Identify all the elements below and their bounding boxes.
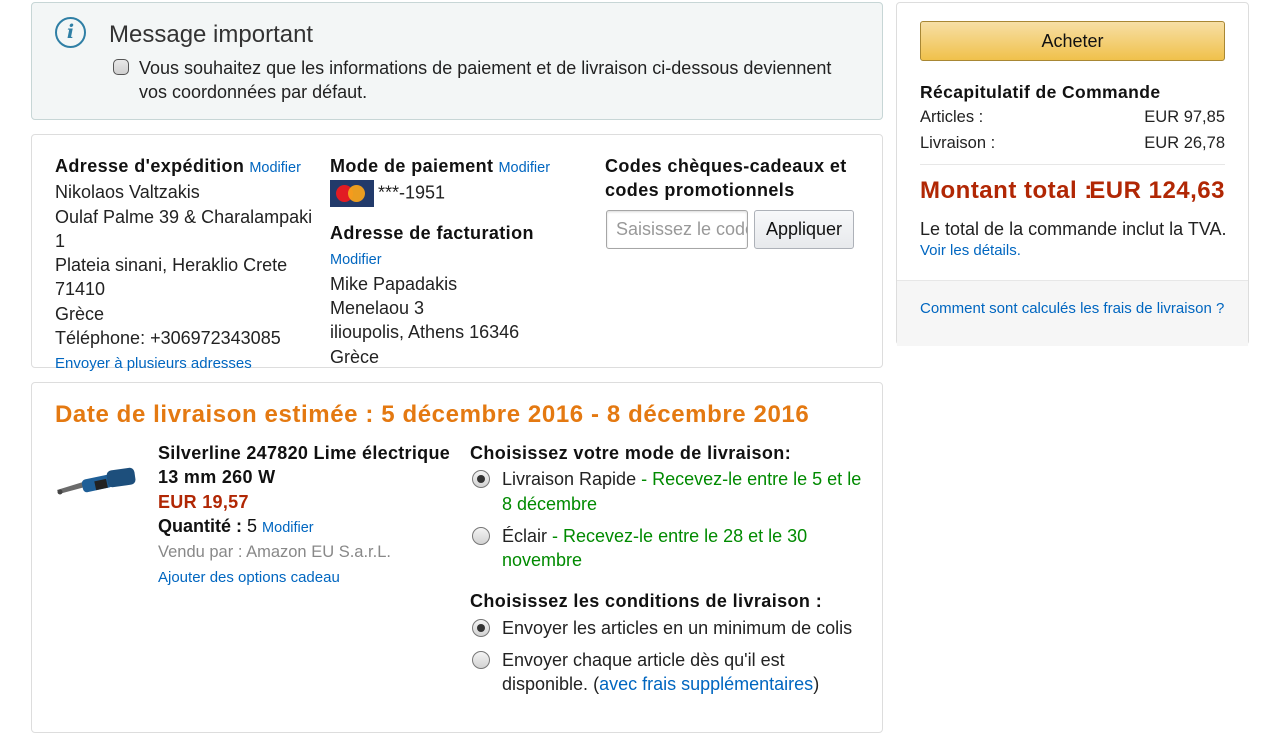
mastercard-icon [330,180,374,208]
modify-billing-link[interactable]: Modifier [330,252,382,268]
articles-value: EUR 97,85 [1144,108,1225,126]
modify-quantity-link[interactable]: Modifier [262,520,314,536]
payment-heading: Mode de paiement [330,156,494,176]
cart-item: Silverline 247820 Lime électrique 13 mm … [158,441,458,591]
condition-each-available[interactable]: Envoyer chaque article dès qu'il est dis… [470,648,870,697]
articles-row: Articles : EUR 97,85 [920,108,1225,127]
shipping-line: Nikolaos Valtzakis [55,182,200,203]
condition-minimum-parcels[interactable]: Envoyer les articles en un minimum de co… [470,616,870,640]
billing-line: Menelaou 3 [330,298,425,319]
order-summary-title: Récapitulatif de Commande [920,82,1161,102]
paren-close: ) [813,674,820,695]
extra-fees-link[interactable]: avec frais supplémentaires [599,674,813,694]
checkout-details-box: Adresse d'expédition Modifier Nikolaos V… [31,134,883,372]
shipping-line: Plateia sinani, Heraklio Crete [55,255,288,276]
promo-codes-heading: Codes chèques-cadeaux et codes promotion… [605,156,847,201]
order-summary-box: Acheter Récapitulatif de Commande Articl… [896,2,1249,346]
billing-heading: Adresse de facturation [330,223,534,244]
delivery-option-eclair[interactable]: Éclair - Recevez-le entre le 28 et le 30… [470,524,870,573]
important-message-box: i Message important Vous souhaitez que l… [31,2,883,120]
delivery-options: Choisissez votre mode de livraison: Livr… [470,441,870,697]
billing-line: Mike Papadakis [330,273,458,294]
product-image[interactable] [55,463,139,503]
quantity-label: Quantité : [158,515,242,536]
default-info-checkbox[interactable] [113,59,129,75]
promo-codes-section: Codes chèques-cadeaux et codes promotion… [605,154,865,203]
gift-options-link[interactable]: Ajouter des options cadeau [158,569,340,586]
condition-label: Envoyer les articles en un minimum de co… [502,617,853,638]
shipping-cost-value: EUR 26,78 [1144,134,1225,152]
multiple-addresses-link[interactable]: Envoyer à plusieurs adresses [55,355,252,372]
divider [920,164,1225,165]
shipping-line: 71410 [55,279,106,300]
delivery-box: Date de livraison estimée : 5 décembre 2… [31,382,883,733]
articles-label: Articles : [920,108,984,126]
shipping-cost-label: Livraison : [920,134,996,152]
shipping-phone: Téléphone: +306972343085 [55,328,281,349]
card-number: ***-1951 [378,182,446,203]
default-info-label: Vous souhaitez que les informations de p… [139,58,832,102]
shipping-info-band: Comment sont calculés les frais de livra… [897,280,1248,346]
estimated-delivery-date: Date de livraison estimée : 5 décembre 2… [55,401,810,428]
delivery-conditions-heading: Choisissez les conditions de livraison : [470,591,823,612]
option-label: Éclair [502,525,548,546]
shipping-calculation-link[interactable]: Comment sont calculés les frais de livra… [920,300,1224,317]
shipping-line: Grèce [55,303,105,324]
option-detail: - Recevez-le entre le 28 et le 30 novemb… [502,525,808,571]
shipping-cost-row: Livraison : EUR 26,78 [920,134,1225,153]
tva-note: Le total de la commande inclut la TVA. [920,219,1227,239]
payment-section: Mode de paiement Modifier ***-1951 Adres… [330,154,590,369]
quantity-value: 5 [247,515,258,536]
radio-minimum-parcels[interactable] [472,618,490,637]
promo-code-input[interactable]: Saisissez le code [606,210,748,249]
total-row: Montant total : EUR 124,63 [920,177,1225,205]
message-title: Message important [109,21,314,48]
delivery-mode-heading: Choisissez votre mode de livraison: [470,443,792,463]
radio-each-available[interactable] [472,651,490,670]
product-price: EUR 19,57 [158,491,249,512]
shipping-address-section: Adresse d'expédition Modifier Nikolaos V… [55,154,320,377]
product-name[interactable]: Silverline 247820 Lime électrique 13 mm … [158,441,458,490]
info-icon: i [55,17,86,48]
billing-line: Grèce [330,346,380,367]
billing-line: ilioupolis, Athens 16346 [330,322,520,343]
buy-button[interactable]: Acheter [920,21,1225,61]
modify-payment-link[interactable]: Modifier [498,160,550,176]
total-value: EUR 124,63 [1089,177,1225,204]
option-label: Livraison Rapide [502,469,637,490]
radio-eclair[interactable] [472,526,490,545]
seller-info: Vendu par : Amazon EU S.a.r.L. [158,543,391,562]
radio-rapide[interactable] [472,470,490,489]
modify-shipping-link[interactable]: Modifier [249,160,301,176]
see-details-link[interactable]: Voir les détails. [920,242,1021,259]
shipping-address-heading: Adresse d'expédition [55,156,245,176]
shipping-line: Oulaf Palme 39 & Charalampaki 1 [55,206,313,251]
apply-button[interactable]: Appliquer [754,210,854,249]
delivery-option-rapide[interactable]: Livraison Rapide - Recevez-le entre le 5… [470,467,870,516]
total-label: Montant total : [920,177,1093,204]
